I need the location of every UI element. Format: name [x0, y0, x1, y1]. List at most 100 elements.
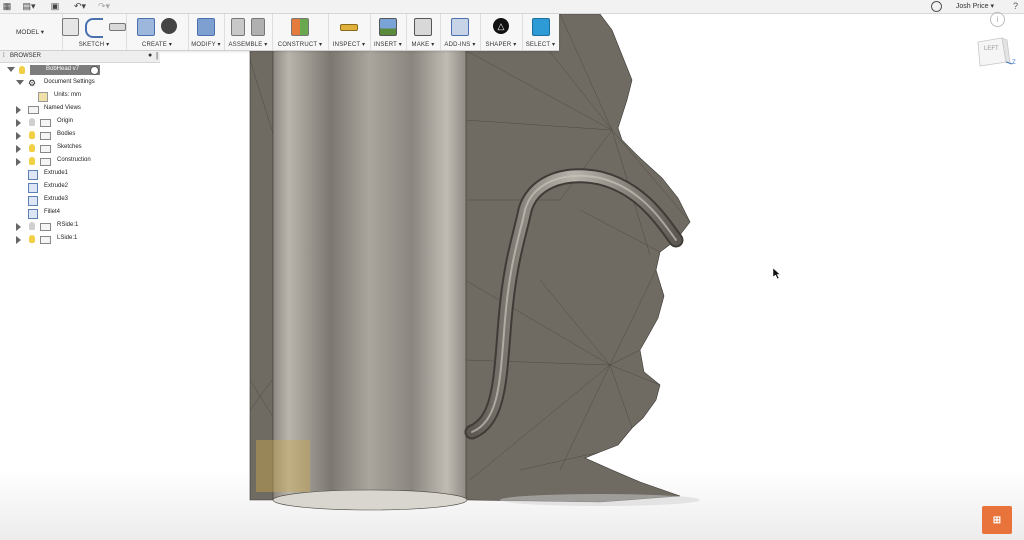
- tree-label[interactable]: Sketches: [57, 144, 82, 150]
- tree-extrude3[interactable]: Extrude3: [0, 194, 200, 207]
- sketch-icon[interactable]: [62, 18, 80, 36]
- tree-rside[interactable]: RSide:1: [0, 220, 200, 233]
- expand-icon[interactable]: [7, 67, 15, 72]
- tree-label[interactable]: Construction: [57, 157, 91, 163]
- tree-root[interactable]: BobHead v7: [0, 64, 200, 77]
- clock-icon[interactable]: [931, 1, 942, 12]
- browser-pin-icon[interactable]: ●: [148, 52, 152, 59]
- tree-bodies[interactable]: Bodies: [0, 129, 200, 142]
- tree-label[interactable]: Extrude1: [44, 170, 68, 176]
- assemble-group[interactable]: ASSEMBLE ▾: [224, 14, 273, 50]
- help-icon[interactable]: ?: [1013, 1, 1018, 11]
- add-ins-label[interactable]: ADD-INS ▾: [440, 41, 480, 48]
- root-name[interactable]: BobHead v7: [46, 66, 79, 72]
- make-group[interactable]: MAKE ▾: [406, 14, 441, 50]
- extrude-icon[interactable]: [137, 18, 155, 36]
- add-ins-group[interactable]: ADD-INS ▾: [440, 14, 481, 50]
- visibility-bulb-icon[interactable]: [19, 66, 25, 74]
- shaper-icon[interactable]: △: [493, 18, 509, 34]
- sketch-group[interactable]: SKETCH ▾: [62, 14, 127, 50]
- select-label[interactable]: SELECT ▾: [522, 41, 559, 48]
- sketch-label[interactable]: SKETCH ▾: [62, 41, 126, 48]
- app-grid-icon[interactable]: ▦: [2, 1, 12, 12]
- tree-label[interactable]: Bodies: [57, 131, 75, 137]
- channel-logo-icon: ⊞: [982, 506, 1012, 534]
- workspace-switcher[interactable]: MODEL ▾: [0, 14, 63, 50]
- visibility-bulb-icon[interactable]: [29, 157, 35, 165]
- make-icon[interactable]: [414, 18, 432, 36]
- browser-close-icon[interactable]: |: [156, 51, 158, 60]
- add-ins-icon[interactable]: [451, 18, 469, 36]
- joint-icon[interactable]: [251, 18, 265, 36]
- expand-icon[interactable]: [16, 119, 21, 127]
- assemble-label[interactable]: ASSEMBLE ▾: [224, 41, 272, 48]
- press-pull-icon[interactable]: [197, 18, 215, 36]
- tree-label[interactable]: Extrude3: [44, 196, 68, 202]
- modify-label[interactable]: MODIFY ▾: [188, 41, 224, 48]
- tree-named-views[interactable]: Named Views: [0, 103, 200, 116]
- expand-icon[interactable]: [16, 236, 21, 244]
- visibility-bulb-icon[interactable]: [29, 235, 35, 243]
- inspect-group[interactable]: INSPECT ▾: [328, 14, 371, 50]
- user-menu[interactable]: Josh Price ▾: [956, 2, 994, 10]
- plane-icon[interactable]: [291, 18, 309, 36]
- select-icon[interactable]: [531, 18, 550, 36]
- folder-icon: [40, 132, 51, 140]
- visibility-bulb-icon[interactable]: [29, 222, 35, 230]
- expand-icon[interactable]: [16, 132, 21, 140]
- insert-label[interactable]: INSERT ▾: [370, 41, 406, 48]
- select-group[interactable]: SELECT ▾: [522, 14, 559, 50]
- visibility-bulb-icon[interactable]: [29, 144, 35, 152]
- tree-label[interactable]: Extrude2: [44, 183, 68, 189]
- modify-group[interactable]: MODIFY ▾: [188, 14, 225, 50]
- save-icon[interactable]: ▣: [50, 1, 60, 12]
- view-cube[interactable]: LEFT Z: [976, 36, 1016, 67]
- make-label[interactable]: MAKE ▾: [406, 41, 440, 48]
- rectangle-icon[interactable]: [108, 23, 126, 31]
- tree-label[interactable]: Units: mm: [54, 92, 81, 98]
- tree-label[interactable]: Origin: [57, 118, 73, 124]
- redo-icon[interactable]: ↷▾: [96, 1, 112, 12]
- component-icon[interactable]: [231, 18, 245, 36]
- browser-collapse-icon[interactable]: ⁞: [3, 53, 5, 59]
- tree-origin[interactable]: Origin: [0, 116, 200, 129]
- info-icon[interactable]: i: [990, 12, 1005, 27]
- tree-lside[interactable]: LSide:1: [0, 233, 200, 246]
- shaper-label[interactable]: SHAPER ▾: [480, 41, 522, 48]
- tree-label[interactable]: Named Views: [44, 105, 81, 111]
- tree-label[interactable]: Document Settings: [44, 79, 95, 85]
- shaper-group[interactable]: △ SHAPER ▾: [480, 14, 523, 50]
- expand-icon[interactable]: [16, 145, 21, 153]
- tree-label[interactable]: LSide:1: [57, 235, 77, 241]
- tree-fillet4[interactable]: Fillet4: [0, 207, 200, 220]
- activate-icon[interactable]: [90, 66, 99, 75]
- tree-units[interactable]: Units: mm: [0, 90, 200, 103]
- file-icon[interactable]: ▤▾: [22, 1, 36, 12]
- inspect-label[interactable]: INSPECT ▾: [328, 41, 370, 48]
- tree-document-settings[interactable]: ⚙ Document Settings: [0, 77, 200, 90]
- construct-label[interactable]: CONSTRUCT ▾: [272, 41, 328, 48]
- visibility-bulb-icon[interactable]: [29, 131, 35, 139]
- undo-icon[interactable]: ↶▾: [72, 1, 88, 12]
- tree-extrude1[interactable]: Extrude1: [0, 168, 200, 181]
- arc-icon[interactable]: [85, 18, 103, 38]
- expand-icon[interactable]: [16, 158, 21, 166]
- create-group[interactable]: CREATE ▾: [126, 14, 189, 50]
- tree-sketches[interactable]: Sketches: [0, 142, 200, 155]
- expand-icon[interactable]: [16, 106, 21, 114]
- expand-icon[interactable]: [16, 80, 24, 85]
- workspace-label[interactable]: MODEL ▾: [4, 26, 56, 38]
- expand-icon[interactable]: [16, 223, 21, 231]
- revolve-icon[interactable]: [161, 18, 177, 34]
- visibility-bulb-icon[interactable]: [29, 118, 35, 126]
- construct-group[interactable]: CONSTRUCT ▾: [272, 14, 329, 50]
- insert-group[interactable]: INSERT ▾: [370, 14, 407, 50]
- create-label[interactable]: CREATE ▾: [126, 41, 188, 48]
- viewcube-face-label[interactable]: LEFT: [984, 46, 999, 52]
- tree-label[interactable]: Fillet4: [44, 209, 60, 215]
- measure-icon[interactable]: [340, 24, 358, 31]
- insert-image-icon[interactable]: [379, 18, 397, 36]
- tree-construction[interactable]: Construction: [0, 155, 200, 168]
- tree-extrude2[interactable]: Extrude2: [0, 181, 200, 194]
- tree-label[interactable]: RSide:1: [57, 222, 78, 228]
